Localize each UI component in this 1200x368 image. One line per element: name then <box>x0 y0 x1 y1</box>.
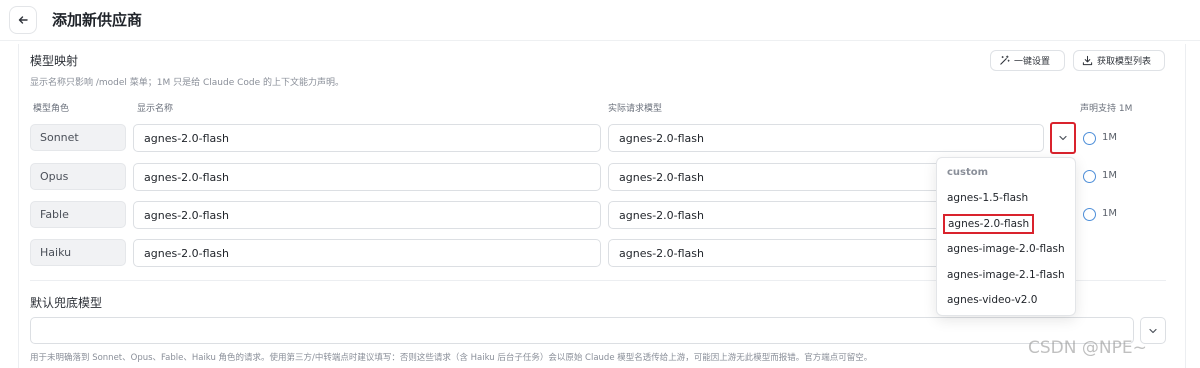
fetch-models-button[interactable]: 获取模型列表 <box>1073 50 1165 71</box>
fallback-model-input[interactable] <box>30 317 1134 344</box>
column-header-role: 模型角色 <box>33 104 70 114</box>
display-name-input-opus[interactable]: agnes-2.0-flash <box>133 163 601 191</box>
display-name-input-sonnet[interactable]: agnes-2.0-flash <box>133 124 601 152</box>
model-mapping-title: 模型映射 <box>30 54 79 68</box>
model-dropdown-menu: custom agnes-1.5-flash agnes-2.0-flash a… <box>936 157 1076 316</box>
column-header-declare-1m: 声明支持 1M <box>1080 104 1133 114</box>
role-opus: Opus <box>30 163 126 190</box>
fallback-model-description: 用于未明确落到 Sonnet、Opus、Fable、Haiku 角色的请求。使用… <box>30 353 873 363</box>
declare-1m-radio-fable[interactable] <box>1083 208 1096 221</box>
display-name-input-haiku[interactable]: agnes-2.0-flash <box>133 239 601 267</box>
declare-1m-radio-sonnet[interactable] <box>1083 132 1096 145</box>
dropdown-option-selected[interactable]: agnes-2.0-flash <box>942 214 1035 234</box>
dropdown-option[interactable]: agnes-video-v2.0 <box>947 294 1038 306</box>
dropdown-group-header: custom <box>947 167 989 178</box>
declare-1m-label-fable: 1M <box>1102 208 1117 219</box>
magic-wand-icon <box>1000 55 1010 65</box>
display-name-input-fable[interactable]: agnes-2.0-flash <box>133 201 601 229</box>
page-title: 添加新供应商 <box>52 11 143 29</box>
dropdown-option[interactable]: agnes-image-2.0-flash <box>947 243 1065 255</box>
dropdown-option[interactable]: agnes-1.5-flash <box>947 192 1028 204</box>
watermark: CSDN @NPE~ <box>1028 338 1147 358</box>
arrow-left-icon <box>18 16 28 24</box>
model-dropdown-toggle[interactable] <box>1050 122 1076 154</box>
declare-1m-label-sonnet: 1M <box>1102 132 1117 143</box>
header-divider <box>0 40 1200 41</box>
role-sonnet: Sonnet <box>30 124 126 151</box>
chevron-down-icon <box>1059 135 1067 141</box>
declare-1m-radio-opus[interactable] <box>1083 170 1096 183</box>
role-fable: Fable <box>30 201 126 228</box>
dropdown-option[interactable]: agnes-image-2.1-flash <box>947 269 1065 281</box>
column-header-actual-model: 实际请求模型 <box>608 104 663 114</box>
column-header-display-name: 显示名称 <box>137 104 174 114</box>
declare-1m-label-opus: 1M <box>1102 170 1117 181</box>
chevron-down-icon <box>1149 328 1157 333</box>
model-mapping-description: 显示名称只影响 /model 菜单；1M 只是给 Claude Code 的上下… <box>30 78 345 88</box>
fallback-model-title: 默认兜底模型 <box>30 296 103 310</box>
one-click-setup-button[interactable]: 一键设置 <box>990 50 1065 71</box>
download-icon <box>1082 55 1093 66</box>
role-haiku: Haiku <box>30 239 126 266</box>
actual-model-input-sonnet[interactable]: agnes-2.0-flash <box>608 124 1044 152</box>
back-button[interactable] <box>9 6 37 34</box>
one-click-setup-label: 一键设置 <box>1014 57 1051 67</box>
fetch-models-label: 获取模型列表 <box>1097 57 1152 67</box>
